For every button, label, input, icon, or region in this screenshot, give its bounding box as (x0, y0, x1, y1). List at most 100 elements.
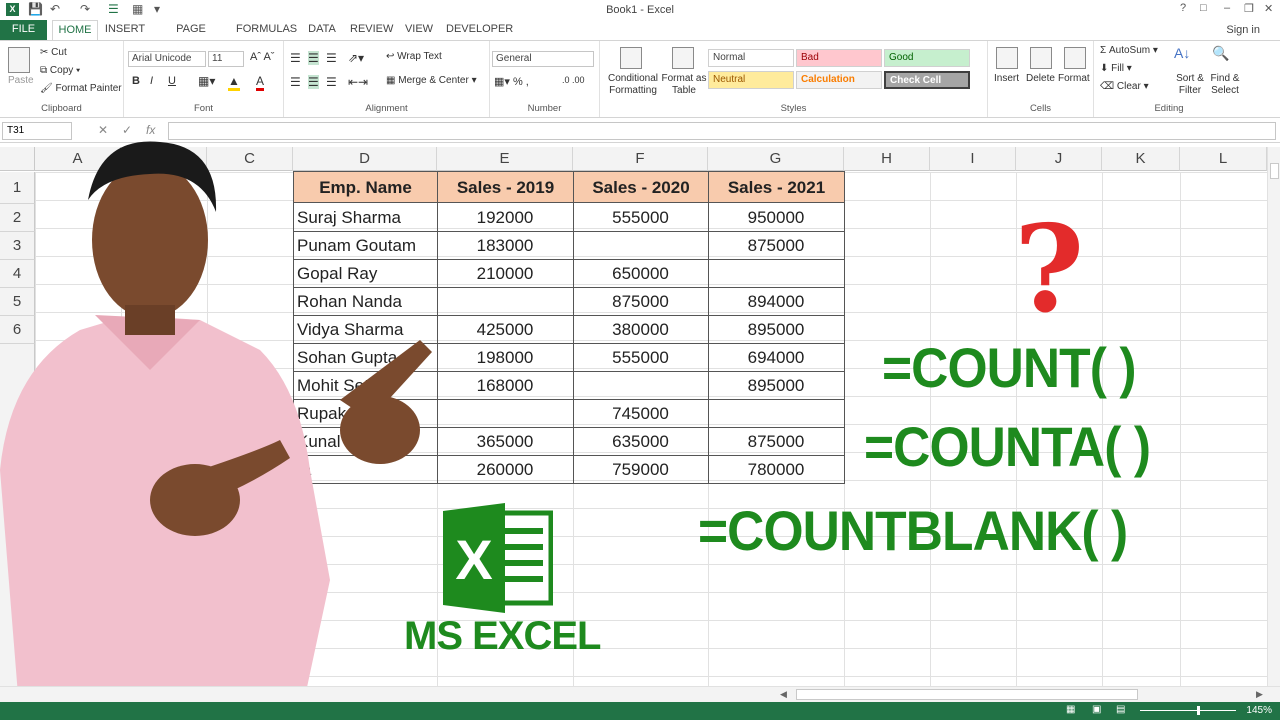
horizontal-scroll-thumb[interactable] (796, 689, 1138, 700)
zoom-slider[interactable] (1140, 710, 1236, 711)
scroll-right-icon[interactable]: ▶ (1256, 689, 1270, 701)
minimize-icon[interactable]: – (1224, 2, 1230, 14)
sales-cell[interactable]: 198000 (437, 344, 573, 372)
tab-page-layout[interactable]: PAGE LAYOUT (156, 20, 226, 53)
sales-cell[interactable]: 183000 (437, 232, 573, 260)
column-header-l[interactable]: L (1180, 147, 1267, 171)
align-center-icon[interactable]: ☰ (308, 75, 319, 89)
vertical-scrollbar[interactable] (1267, 147, 1280, 686)
insert-cells-button[interactable]: Insert (994, 73, 1019, 84)
sales-cell[interactable]: 875000 (708, 232, 844, 260)
enter-icon[interactable]: ✓ (122, 123, 132, 137)
insert-function-icon[interactable]: fx (146, 123, 155, 137)
sales-cell[interactable]: 555000 (573, 204, 708, 232)
horizontal-scrollbar[interactable]: ◀ ▶ (0, 686, 1280, 702)
tab-developer[interactable]: DEVELOPER (446, 20, 513, 40)
sales-cell[interactable]: 780000 (708, 456, 844, 484)
decimal-icon[interactable]: .0 .00 (562, 75, 585, 85)
tab-view[interactable]: VIEW (404, 20, 434, 40)
sales-cell[interactable]: 694000 (708, 344, 844, 372)
sales-cell[interactable]: 555000 (573, 344, 708, 372)
bottom-align-icon[interactable]: ☰ (326, 51, 337, 65)
scroll-left-icon[interactable]: ◀ (780, 689, 794, 701)
style-good[interactable]: Good (884, 49, 970, 67)
cancel-icon[interactable]: ✕ (98, 123, 108, 137)
name-box[interactable]: T31 (2, 122, 72, 140)
sales-cell[interactable]: 875000 (573, 288, 708, 316)
sales-cell[interactable] (437, 288, 573, 316)
sales-cell[interactable]: 895000 (708, 372, 844, 400)
tab-data[interactable]: DATA (306, 20, 338, 40)
sales-cell[interactable]: 759000 (573, 456, 708, 484)
style-check-cell[interactable]: Check Cell (884, 71, 970, 89)
sales-cell[interactable]: 650000 (573, 260, 708, 288)
column-header-h[interactable]: H (844, 147, 930, 171)
sales-cell[interactable] (708, 260, 844, 288)
zoom-level[interactable]: 145% (1246, 705, 1272, 716)
copy-button[interactable]: ⧉ Copy ▾ (40, 65, 80, 76)
middle-align-icon[interactable]: ☰ (308, 51, 319, 65)
format-cells-icon[interactable] (1064, 47, 1086, 69)
sales-cell[interactable]: 895000 (708, 316, 844, 344)
font-size-select[interactable]: 11 (208, 51, 244, 67)
sort-filter-button[interactable]: Sort & Filter (1170, 73, 1210, 97)
delete-cells-button[interactable]: Delete (1026, 73, 1055, 84)
insert-cells-icon[interactable] (996, 47, 1018, 69)
column-header-k[interactable]: K (1102, 147, 1180, 171)
sales-cell[interactable]: 950000 (708, 204, 844, 232)
sign-in-link[interactable]: Sign in (1226, 24, 1260, 36)
delete-cells-icon[interactable] (1030, 47, 1052, 69)
sales-cell[interactable]: 875000 (708, 428, 844, 456)
grow-font-icon[interactable]: Aˆ Aˇ (250, 51, 274, 63)
help-icon[interactable]: ? (1180, 2, 1186, 14)
sales-cell[interactable]: 192000 (437, 204, 573, 232)
style-normal[interactable]: Normal (708, 49, 794, 67)
clear-button[interactable]: ⌫ Clear ▾ (1100, 81, 1149, 92)
column-header-i[interactable]: I (930, 147, 1016, 171)
tab-review[interactable]: REVIEW (350, 20, 393, 40)
sales-cell[interactable]: 210000 (437, 260, 573, 288)
merge-center-button[interactable]: ▦ Merge & Center ▾ (386, 75, 477, 86)
sales-cell[interactable]: 365000 (437, 428, 573, 456)
fill-color-icon[interactable]: ▲ (228, 74, 240, 91)
sales-cell[interactable]: 635000 (573, 428, 708, 456)
column-header-f[interactable]: F (573, 147, 708, 171)
vertical-scroll-thumb[interactable] (1270, 163, 1279, 179)
fill-button[interactable]: ⬇ Fill ▾ (1100, 63, 1132, 74)
find-select-button[interactable]: Find & Select (1206, 73, 1244, 97)
column-header-g[interactable]: G (708, 147, 844, 171)
borders-icon[interactable]: ▦▾ (198, 74, 215, 88)
column-header-j[interactable]: J (1016, 147, 1102, 171)
close-icon[interactable]: ✕ (1264, 2, 1273, 15)
style-neutral[interactable]: Neutral (708, 71, 794, 89)
format-cells-button[interactable]: Format (1058, 73, 1090, 84)
tab-file[interactable]: FILE (0, 20, 47, 40)
sales-cell[interactable] (573, 372, 708, 400)
italic-button[interactable]: I (150, 75, 153, 87)
header-sales-2020[interactable]: Sales - 2020 (573, 171, 709, 203)
sales-cell[interactable]: 425000 (437, 316, 573, 344)
sales-cell[interactable]: 894000 (708, 288, 844, 316)
align-right-icon[interactable]: ☰ (326, 75, 337, 89)
number-format-select[interactable]: General (492, 51, 594, 67)
formula-input[interactable] (168, 122, 1276, 140)
bold-button[interactable]: B (132, 75, 140, 87)
currency-icon[interactable]: ▦▾ % , (494, 75, 529, 88)
conditional-formatting-icon[interactable] (620, 47, 642, 69)
sales-cell[interactable]: 380000 (573, 316, 708, 344)
page-break-view-icon[interactable]: ▤ (1116, 704, 1125, 715)
style-bad[interactable]: Bad (796, 49, 882, 67)
sort-filter-icon[interactable]: A↓ (1174, 45, 1190, 61)
format-painter-button[interactable]: 🖌 Format Painter (40, 83, 122, 94)
tab-formulas[interactable]: FORMULAS (236, 20, 297, 40)
wrap-text-button[interactable]: ↩ Wrap Text (386, 51, 442, 62)
restore-icon[interactable]: ❐ (1244, 2, 1254, 15)
align-left-icon[interactable]: ☰ (290, 75, 301, 89)
normal-view-icon[interactable]: ▦ (1066, 704, 1075, 715)
sales-cell[interactable] (708, 400, 844, 428)
cut-button[interactable]: ✂ Cut (40, 47, 67, 58)
sales-cell[interactable] (437, 400, 573, 428)
format-as-table-button[interactable]: Format as Table (660, 73, 708, 97)
header-sales-2021[interactable]: Sales - 2021 (708, 171, 845, 203)
sales-cell[interactable]: 168000 (437, 372, 573, 400)
